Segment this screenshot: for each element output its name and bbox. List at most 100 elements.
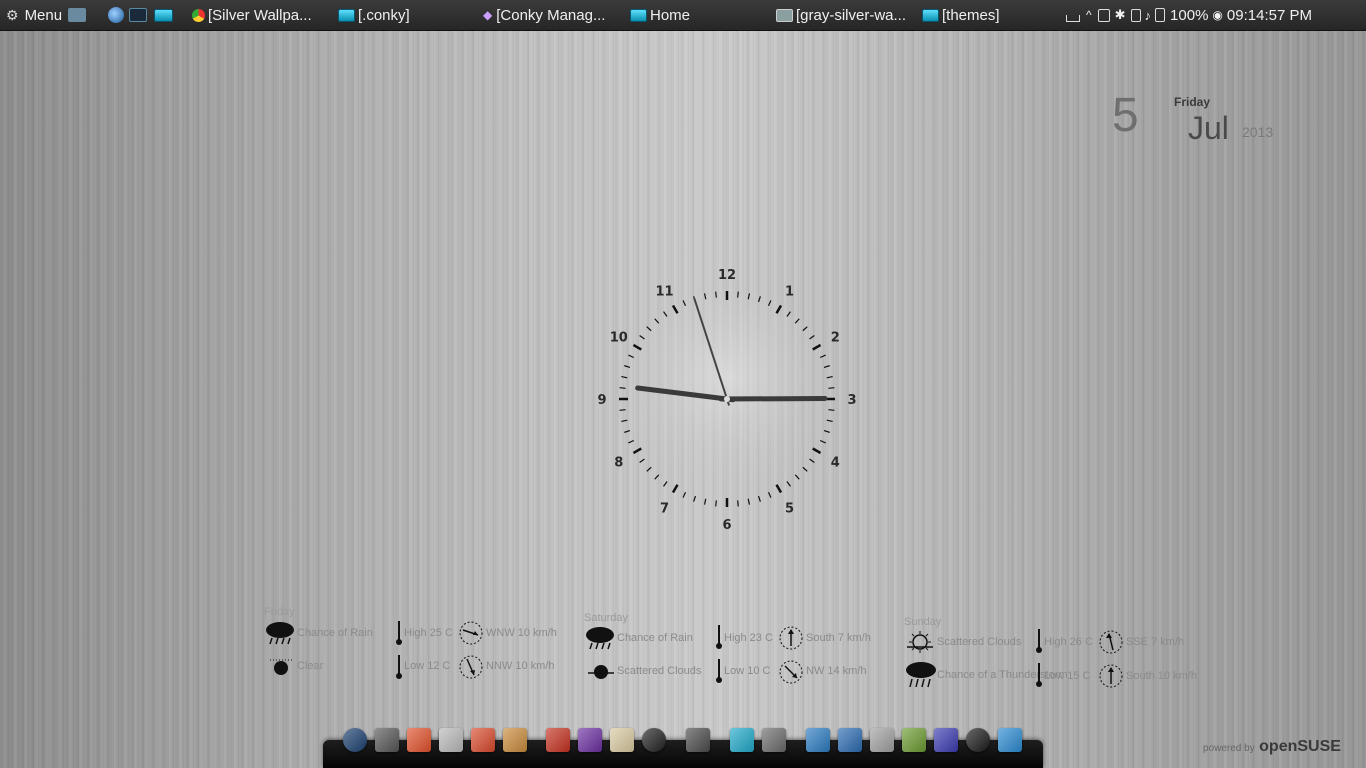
browser-icon[interactable] xyxy=(471,728,495,752)
terminal-icon[interactable] xyxy=(762,728,786,752)
clock-number: 10 xyxy=(610,331,628,346)
screenshot-icon xyxy=(68,8,87,22)
powered-by-label: powered by xyxy=(1203,743,1255,754)
folder-icon xyxy=(922,8,939,22)
wind-night: South 10 km/h xyxy=(1126,670,1197,682)
wind-compass-icon xyxy=(459,655,483,679)
window-label: [Silver Wallpa... xyxy=(208,6,312,24)
moon-cloud-icon xyxy=(588,665,614,679)
thermometer-icon xyxy=(396,655,402,679)
weather-day-label: Friday xyxy=(264,606,295,618)
clock-number: 5 xyxy=(785,501,794,516)
chevron-up-icon[interactable]: ^ xyxy=(1086,8,1092,22)
wind-compass-icon xyxy=(779,626,803,650)
date-month: Jul xyxy=(1188,110,1229,146)
home-folder-icon[interactable] xyxy=(806,728,830,752)
wind-day: South 7 km/h xyxy=(806,632,871,644)
top-panel: ⚙ Menu [Silver Wallpa... [.conky] ◆ [Con… xyxy=(0,0,1366,31)
low-temp: Low 12 C xyxy=(404,660,451,672)
show-desktop-icon[interactable] xyxy=(1066,14,1080,22)
sun-cloud-icon xyxy=(907,631,933,653)
analog-clock: 121234567891011 xyxy=(597,268,856,533)
launcher-group xyxy=(108,0,176,30)
terminal-launcher-icon[interactable] xyxy=(129,8,147,22)
clock-number: 11 xyxy=(655,285,673,300)
weather-day-label: Sunday xyxy=(904,616,942,628)
html5-icon[interactable] xyxy=(998,728,1022,752)
weather-night-condition: Clear xyxy=(297,660,324,672)
clock-number: 7 xyxy=(660,501,669,516)
menu-button[interactable]: ⚙ Menu xyxy=(6,0,89,30)
clock-minor-tick xyxy=(715,291,717,298)
battery-icon[interactable] xyxy=(1155,8,1166,22)
clock-number: 12 xyxy=(718,268,736,283)
moon-clear-icon xyxy=(270,659,292,675)
media-icon[interactable] xyxy=(546,728,570,752)
graphics-icon[interactable] xyxy=(934,728,958,752)
menu-label: Menu xyxy=(24,6,63,24)
tools-icon[interactable] xyxy=(503,728,527,752)
thermometer-icon xyxy=(716,659,722,683)
thermometer-icon xyxy=(716,625,722,649)
apps-icon[interactable] xyxy=(407,728,431,752)
clipboard-icon[interactable] xyxy=(1097,8,1110,22)
chrome-icon xyxy=(192,8,205,22)
photos-icon[interactable] xyxy=(902,728,926,752)
at-mail-icon[interactable] xyxy=(686,728,710,752)
bluetooth-icon[interactable]: ✱ xyxy=(1115,7,1126,23)
minute-hand xyxy=(718,395,828,402)
high-temp: High 25 C xyxy=(404,627,453,639)
files-icon[interactable] xyxy=(730,728,754,752)
opensuse-brand: openSUSE xyxy=(1259,738,1341,755)
clock-app-icon[interactable] xyxy=(343,728,367,752)
date-weekday: Friday xyxy=(1174,95,1211,109)
wind-compass-icon xyxy=(459,621,483,645)
high-temp: High 23 C xyxy=(724,632,773,644)
wind-night: NW 14 km/h xyxy=(806,665,867,677)
weather-day-condition: Chance of Rain xyxy=(617,632,693,644)
window-button-2[interactable]: [.conky] xyxy=(338,0,410,30)
high-temp: High 26 C xyxy=(1044,636,1093,648)
gear-icon: ⚙ xyxy=(6,6,19,23)
power-icon[interactable] xyxy=(966,728,990,752)
window-button-5[interactable]: [gray-silver-wa... xyxy=(776,0,906,30)
search-icon[interactable] xyxy=(870,728,894,752)
eye-icon[interactable]: ◉ xyxy=(1212,8,1222,22)
folder-icon xyxy=(338,8,355,22)
window-button-6[interactable]: [themes] xyxy=(922,0,1000,30)
conky-manager-icon: ◆ xyxy=(483,8,493,22)
clock-number: 9 xyxy=(597,393,606,408)
window-button-3[interactable]: ◆ [Conky Manag... xyxy=(483,0,605,30)
thunderstorm-icon xyxy=(906,662,936,688)
clock-number: 4 xyxy=(831,456,840,471)
files-launcher-icon[interactable] xyxy=(154,8,173,22)
window-button-1[interactable]: [Silver Wallpa... xyxy=(192,0,312,30)
firefox-icon[interactable] xyxy=(108,7,124,23)
mask-icon[interactable] xyxy=(439,728,463,752)
window-button-4[interactable]: Home xyxy=(630,0,690,30)
wordpress-icon[interactable] xyxy=(642,728,666,752)
clock-number: 3 xyxy=(847,393,856,408)
powered-by-logo: powered by openSUSE xyxy=(1203,738,1341,756)
wind-compass-icon xyxy=(1099,664,1123,688)
weather-day-condition: Chance of Rain xyxy=(297,627,373,639)
thermometer-icon xyxy=(1036,663,1042,687)
mail-client-icon[interactable] xyxy=(838,728,862,752)
window-label: Home xyxy=(650,6,691,24)
clock-time[interactable]: 09:14:57 PM xyxy=(1227,7,1312,24)
window-label: [.conky] xyxy=(358,6,410,24)
trash-app-icon[interactable] xyxy=(610,728,634,752)
network-icon[interactable] xyxy=(1130,8,1141,22)
wind-night: NNW 10 km/h xyxy=(486,660,555,672)
date-year: 2013 xyxy=(1242,124,1274,140)
clock-center-pin xyxy=(724,396,730,402)
rain-cloud-icon xyxy=(266,622,294,645)
volume-icon[interactable]: ♪ xyxy=(1145,8,1152,23)
clock-number: 1 xyxy=(785,285,794,300)
clock-number: 2 xyxy=(831,331,840,346)
purple-app-icon[interactable] xyxy=(578,728,602,752)
wind-compass-icon xyxy=(779,660,803,684)
clock-minor-tick xyxy=(828,409,835,411)
window-label: [themes] xyxy=(942,6,1000,24)
mail-icon[interactable] xyxy=(375,728,399,752)
